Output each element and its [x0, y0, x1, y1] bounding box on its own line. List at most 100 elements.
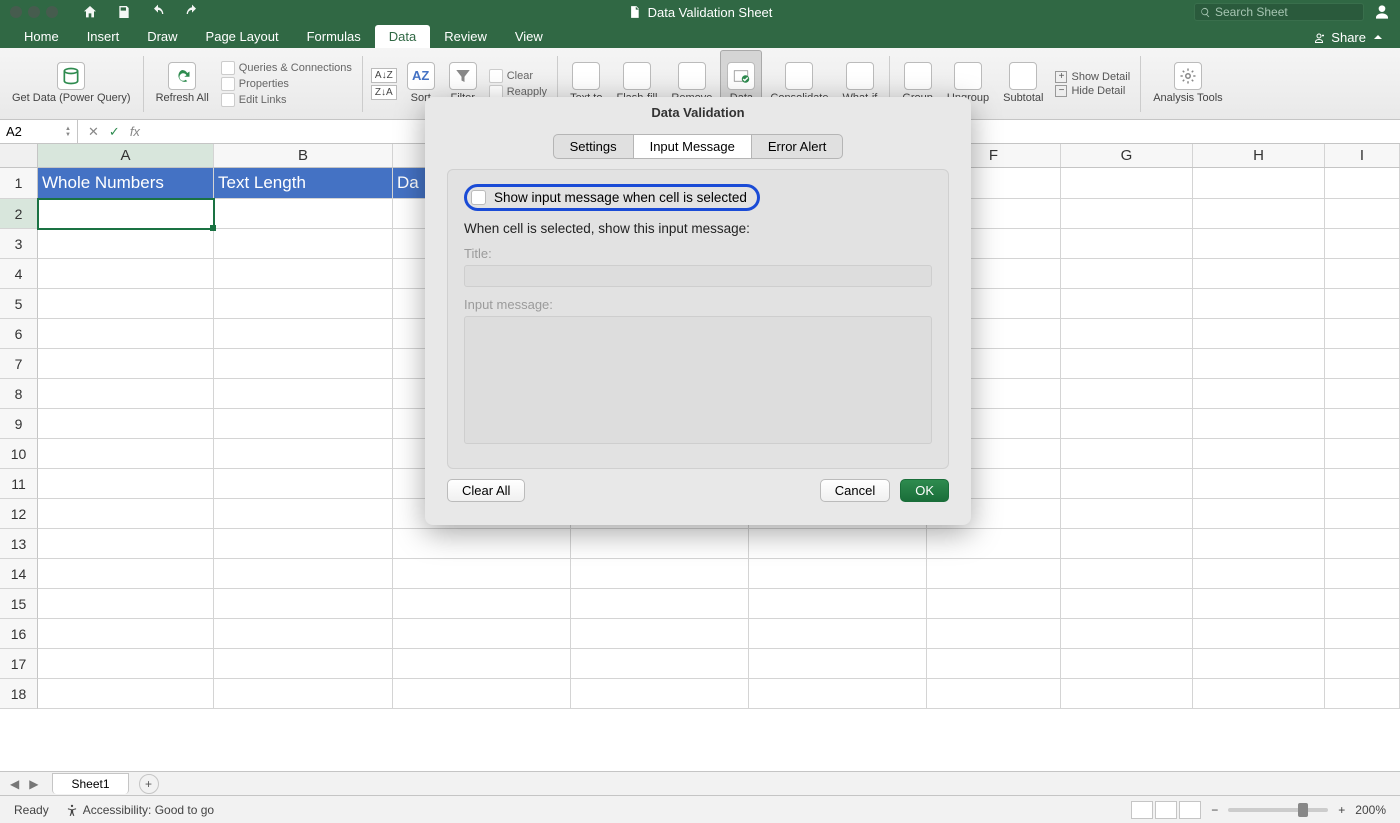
cell[interactable]: [749, 619, 927, 649]
refresh-all-button[interactable]: Refresh All: [150, 50, 215, 117]
cell[interactable]: [571, 529, 749, 559]
cell[interactable]: [1061, 529, 1193, 559]
cell[interactable]: [1061, 409, 1193, 439]
cell[interactable]: [749, 649, 927, 679]
cell[interactable]: [38, 379, 214, 409]
col-header-B[interactable]: B: [214, 144, 393, 167]
cell[interactable]: [1325, 499, 1400, 529]
tab-home[interactable]: Home: [10, 25, 73, 48]
clear-filter-button[interactable]: Clear: [489, 69, 547, 83]
cell-A1[interactable]: Whole Numbers: [38, 168, 214, 199]
cell[interactable]: [214, 589, 393, 619]
cell[interactable]: [214, 439, 393, 469]
cancel-formula-icon[interactable]: ✕: [88, 124, 99, 140]
cell[interactable]: [1325, 349, 1400, 379]
cell[interactable]: [38, 409, 214, 439]
view-normal-button[interactable]: [1131, 801, 1153, 819]
row-header[interactable]: 10: [0, 439, 38, 469]
row-header[interactable]: 8: [0, 379, 38, 409]
cell[interactable]: [927, 649, 1061, 679]
sort-az-button[interactable]: A↓ZZ↓A: [369, 50, 399, 117]
col-header-H[interactable]: H: [1193, 144, 1325, 167]
cell[interactable]: [1325, 679, 1400, 709]
cell[interactable]: [1325, 259, 1400, 289]
row-header[interactable]: 9: [0, 409, 38, 439]
row-header[interactable]: 3: [0, 229, 38, 259]
cell[interactable]: [749, 589, 927, 619]
tab-insert[interactable]: Insert: [73, 25, 134, 48]
tab-page-layout[interactable]: Page Layout: [192, 25, 293, 48]
dialog-tab-settings[interactable]: Settings: [553, 134, 633, 159]
cell[interactable]: [214, 319, 393, 349]
cell[interactable]: [393, 649, 571, 679]
cell[interactable]: [214, 499, 393, 529]
cell[interactable]: [214, 379, 393, 409]
hide-detail-button[interactable]: −Hide Detail: [1055, 85, 1130, 97]
cell[interactable]: [571, 679, 749, 709]
row-header[interactable]: 11: [0, 469, 38, 499]
subtotal-button[interactable]: Subtotal: [997, 50, 1049, 117]
row-header[interactable]: 4: [0, 259, 38, 289]
cell[interactable]: [1061, 679, 1193, 709]
cell[interactable]: [1193, 319, 1325, 349]
cell[interactable]: [1325, 619, 1400, 649]
name-box[interactable]: A2 ▲▼: [0, 120, 78, 143]
zoom-level[interactable]: 200%: [1355, 803, 1386, 817]
cell[interactable]: [927, 529, 1061, 559]
row-header[interactable]: 6: [0, 319, 38, 349]
cell[interactable]: [1325, 409, 1400, 439]
cell[interactable]: [1193, 409, 1325, 439]
properties-button[interactable]: Properties: [221, 77, 352, 91]
show-input-message-checkbox[interactable]: [471, 190, 486, 205]
tab-draw[interactable]: Draw: [133, 25, 191, 48]
cell[interactable]: [1193, 469, 1325, 499]
cell[interactable]: [38, 499, 214, 529]
cell[interactable]: [1193, 379, 1325, 409]
sheet-nav-prev-icon[interactable]: ◀: [10, 777, 19, 791]
zoom-out-button[interactable]: −: [1211, 803, 1218, 817]
cell[interactable]: [571, 619, 749, 649]
sheet-tab-sheet1[interactable]: Sheet1: [52, 773, 128, 794]
close-window-icon[interactable]: [10, 6, 22, 18]
cell-A2-active[interactable]: [38, 199, 214, 229]
cell[interactable]: [927, 679, 1061, 709]
row-header-2[interactable]: 2: [0, 199, 38, 229]
user-icon[interactable]: [1374, 4, 1390, 20]
cell[interactable]: [1193, 499, 1325, 529]
cell[interactable]: [214, 409, 393, 439]
search-sheet-input[interactable]: Search Sheet: [1194, 3, 1364, 21]
cell[interactable]: [1061, 619, 1193, 649]
home-icon[interactable]: [82, 4, 98, 20]
save-icon[interactable]: [116, 4, 132, 20]
cell[interactable]: [1061, 168, 1193, 199]
cell[interactable]: [214, 259, 393, 289]
view-page-break-button[interactable]: [1179, 801, 1201, 819]
cell[interactable]: [1325, 199, 1400, 229]
clear-all-button[interactable]: Clear All: [447, 479, 525, 502]
cell[interactable]: [1061, 469, 1193, 499]
cell[interactable]: [1061, 229, 1193, 259]
row-header[interactable]: 18: [0, 679, 38, 709]
cell[interactable]: [1193, 349, 1325, 379]
dialog-tab-input-message[interactable]: Input Message: [633, 134, 752, 159]
ok-button[interactable]: OK: [900, 479, 949, 502]
cell[interactable]: [1325, 559, 1400, 589]
cell[interactable]: [927, 559, 1061, 589]
cell[interactable]: [1325, 379, 1400, 409]
cell[interactable]: [1193, 559, 1325, 589]
cell[interactable]: [38, 619, 214, 649]
cell[interactable]: [214, 199, 393, 229]
cell[interactable]: [214, 679, 393, 709]
cell[interactable]: [1325, 439, 1400, 469]
cell[interactable]: [1193, 619, 1325, 649]
cell[interactable]: [1193, 589, 1325, 619]
cell[interactable]: [214, 469, 393, 499]
cell[interactable]: [38, 289, 214, 319]
cell[interactable]: [1325, 469, 1400, 499]
cell[interactable]: [1193, 439, 1325, 469]
collapse-ribbon-icon[interactable]: [1372, 32, 1384, 44]
cell[interactable]: [393, 559, 571, 589]
cell[interactable]: [571, 559, 749, 589]
tab-data[interactable]: Data: [375, 25, 430, 48]
row-header[interactable]: 13: [0, 529, 38, 559]
